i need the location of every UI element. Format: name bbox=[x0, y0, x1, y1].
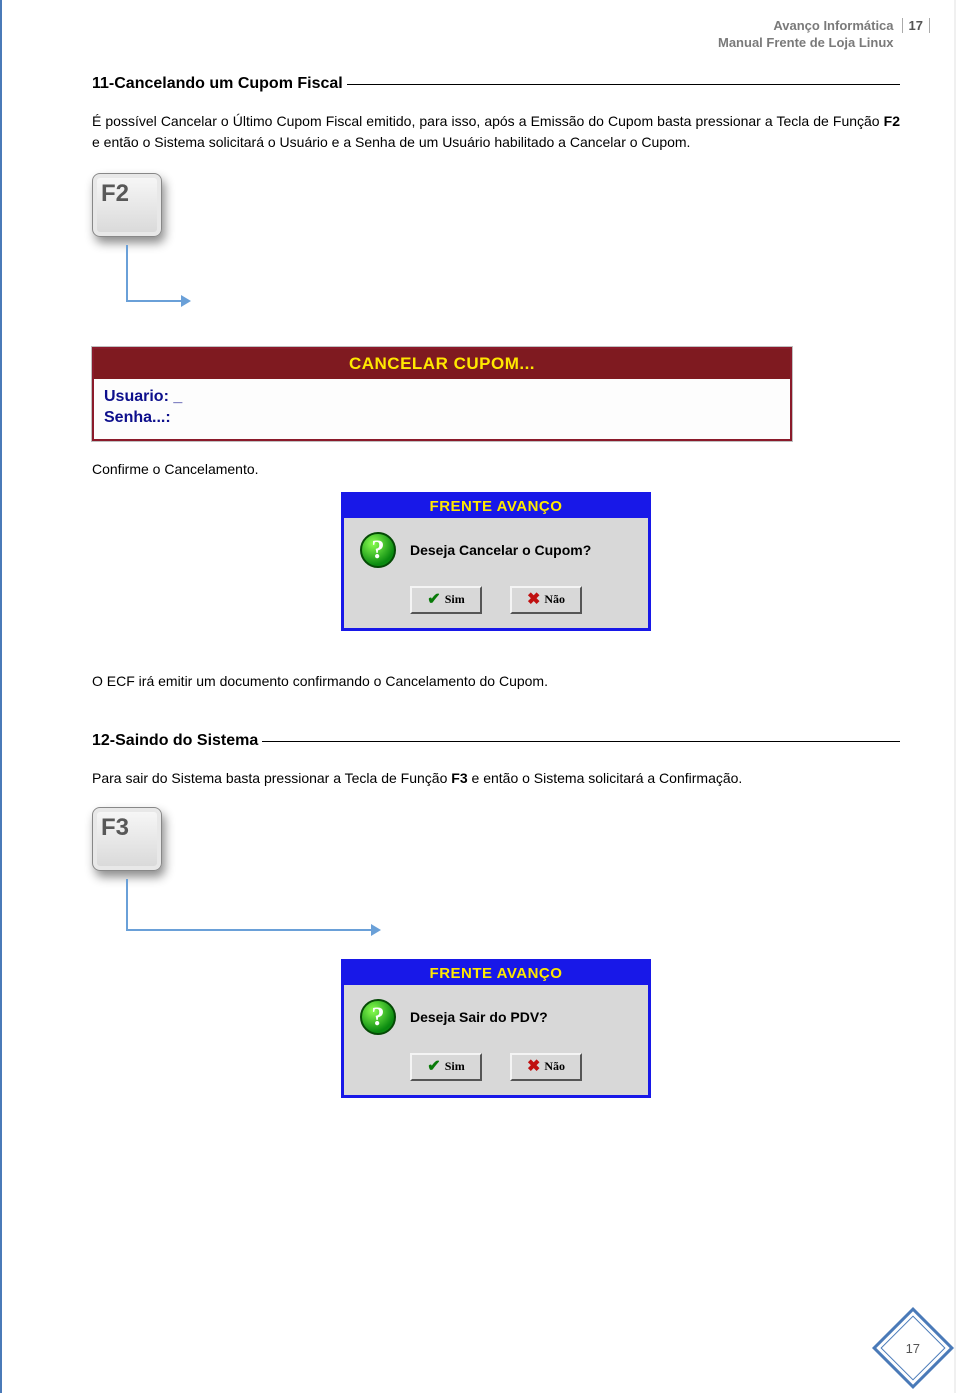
section-12-paragraph: Para sair do Sistema basta pressionar a … bbox=[92, 768, 900, 789]
check-icon-2: ✔ bbox=[427, 1059, 440, 1075]
section-11-title: 11-Cancelando um Cupom Fiscal bbox=[92, 75, 343, 93]
nao-label: Não bbox=[544, 592, 565, 607]
header-line2: Manual Frente de Loja Linux bbox=[718, 35, 894, 52]
dialog2-message-row: ? Deseja Sair do PDV? bbox=[354, 999, 638, 1035]
confirm-text: Confirme o Cancelamento. bbox=[92, 459, 900, 480]
key-f3-bold: F3 bbox=[451, 770, 467, 786]
f3-key-block: F3 bbox=[92, 807, 900, 871]
question-icon-2: ? bbox=[360, 999, 396, 1035]
footer-page-number: 17 bbox=[906, 1341, 920, 1356]
f2-key-icon: F2 bbox=[92, 173, 162, 237]
dialog1-wrap: FRENTE AVANÇO ? Deseja Cancelar o Cupom?… bbox=[92, 492, 900, 631]
nao-label-2: Não bbox=[544, 1059, 565, 1074]
senha-row: Senha...: bbox=[104, 408, 780, 429]
x-icon-2: ✖ bbox=[527, 1059, 540, 1075]
header-page-number: 17 bbox=[902, 18, 930, 33]
question-icon: ? bbox=[360, 532, 396, 568]
para12-a: Para sair do Sistema basta pressionar a … bbox=[92, 770, 451, 786]
section-11-paragraph: É possível Cancelar o Último Cupom Fisca… bbox=[92, 111, 900, 153]
senha-label: Senha...: bbox=[104, 409, 171, 426]
ecf-text: O ECF irá emitir um documento confirmand… bbox=[92, 671, 900, 692]
dialog2-message: Deseja Sair do PDV? bbox=[410, 1009, 548, 1025]
arrow-icon-2 bbox=[126, 879, 386, 941]
dialog2-wrap: FRENTE AVANÇO ? Deseja Sair do PDV? ✔ Si… bbox=[92, 959, 900, 1098]
para12-b: e então o Sistema solicitará a Confirmaç… bbox=[468, 770, 743, 786]
usuario-label: Usuario: bbox=[104, 388, 169, 405]
para1-part-b: e então o Sistema solicitará o Usuário e… bbox=[92, 134, 690, 150]
sim-label: Sim bbox=[445, 592, 465, 607]
dialog1-message-row: ? Deseja Cancelar o Cupom? bbox=[354, 532, 638, 568]
header-line1: Avanço Informática bbox=[718, 18, 894, 35]
dialog2-buttons: ✔ Sim ✖ Não bbox=[354, 1053, 638, 1081]
cancel-window-title: CANCELAR CUPOM... bbox=[94, 349, 790, 379]
footer-page-ornament: 17 bbox=[872, 1307, 954, 1389]
heading-underline-2 bbox=[262, 741, 900, 742]
confirm-exit-dialog: FRENTE AVANÇO ? Deseja Sair do PDV? ✔ Si… bbox=[341, 959, 651, 1098]
sim-button-2[interactable]: ✔ Sim bbox=[410, 1053, 482, 1081]
header-text: Avanço Informática Manual Frente de Loja… bbox=[718, 18, 902, 52]
f2-key-block: F2 bbox=[92, 173, 900, 237]
f3-key-icon: F3 bbox=[92, 807, 162, 871]
dialog1-message: Deseja Cancelar o Cupom? bbox=[410, 542, 591, 558]
usuario-row: Usuario: _ bbox=[104, 387, 780, 408]
arrow-icon bbox=[126, 245, 196, 315]
nao-button-2[interactable]: ✖ Não bbox=[510, 1053, 582, 1081]
cancel-window-body: Usuario: _ Senha...: bbox=[94, 379, 790, 439]
dialog1-title: FRENTE AVANÇO bbox=[344, 495, 648, 518]
right-margin-rule bbox=[954, 0, 956, 1393]
nao-button[interactable]: ✖ Não bbox=[510, 586, 582, 614]
section-12-title: 12-Saindo do Sistema bbox=[92, 732, 258, 750]
dialog1-buttons: ✔ Sim ✖ Não bbox=[354, 586, 638, 614]
document-page: Avanço Informática Manual Frente de Loja… bbox=[0, 0, 960, 1393]
dialog1-body: ? Deseja Cancelar o Cupom? ✔ Sim ✖ Não bbox=[344, 518, 648, 628]
heading-underline bbox=[347, 84, 900, 85]
dialog2-title: FRENTE AVANÇO bbox=[344, 962, 648, 985]
x-icon: ✖ bbox=[527, 592, 540, 608]
usuario-value[interactable]: _ bbox=[173, 388, 182, 405]
cancel-cupom-window: CANCELAR CUPOM... Usuario: _ Senha...: bbox=[92, 347, 792, 441]
page-header: Avanço Informática Manual Frente de Loja… bbox=[718, 18, 930, 52]
section-11-heading: 11-Cancelando um Cupom Fiscal bbox=[92, 75, 900, 93]
sim-label-2: Sim bbox=[445, 1059, 465, 1074]
key-f2-bold: F2 bbox=[884, 113, 900, 129]
section-12-heading: 12-Saindo do Sistema bbox=[92, 732, 900, 750]
sim-button[interactable]: ✔ Sim bbox=[410, 586, 482, 614]
f3-key-label: F3 bbox=[101, 814, 129, 842]
confirm-cancel-dialog: FRENTE AVANÇO ? Deseja Cancelar o Cupom?… bbox=[341, 492, 651, 631]
para1-part-a: É possível Cancelar o Último Cupom Fisca… bbox=[92, 113, 884, 129]
check-icon: ✔ bbox=[427, 592, 440, 608]
f2-key-label: F2 bbox=[101, 180, 129, 208]
dialog2-body: ? Deseja Sair do PDV? ✔ Sim ✖ Não bbox=[344, 985, 648, 1095]
